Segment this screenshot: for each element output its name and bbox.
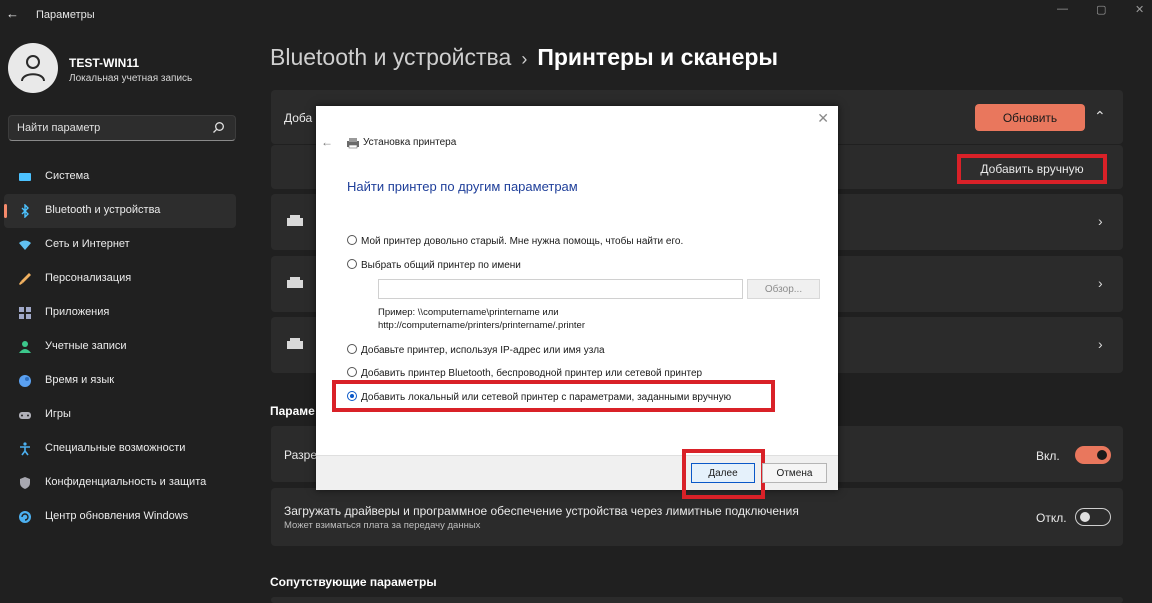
wifi-icon	[19, 240, 31, 250]
section-title-params: Параме	[270, 404, 315, 418]
sidebar-item-label: Учетные записи	[45, 340, 127, 352]
breadcrumb-separator: ›	[521, 49, 528, 69]
section-title-related: Сопутствующие параметры	[270, 575, 437, 589]
sidebar-item-label: Сеть и Интернет	[45, 238, 130, 250]
add-device-label: Доба	[284, 111, 313, 125]
breadcrumb: Bluetooth и устройства › Принтеры и сканер…	[270, 44, 778, 71]
sidebar-item-personalization[interactable]: Персонализация	[4, 262, 236, 296]
back-arrow-icon[interactable]: ←	[321, 135, 333, 149]
add-printer-dialog: ✕ ← Установка принтера Найти принтер по …	[316, 106, 838, 499]
setting-label: Разре	[284, 448, 317, 462]
search-input[interactable]: Найти параметр	[8, 115, 236, 141]
accessibility-icon	[20, 442, 30, 456]
close-icon[interactable]: ✕	[1135, 3, 1144, 16]
option-label: Мой принтер довольно старый. Мне нужна п…	[361, 236, 684, 247]
account-type: Локальная учетная запись	[69, 73, 193, 84]
option-label: Добавить принтер Bluetooth, беспроводной…	[361, 368, 703, 379]
sidebar-item-privacy[interactable]: Конфиденциальность и защита	[4, 466, 236, 500]
sidebar-item-system[interactable]: Система	[4, 160, 236, 194]
shield-icon	[20, 477, 30, 489]
related-settings-card	[271, 597, 1123, 603]
default-printer-toggle[interactable]	[1075, 446, 1111, 464]
radio-button[interactable]	[347, 344, 357, 354]
option-bluetooth-wireless[interactable]: Добавить принтер Bluetooth, беспроводной…	[347, 367, 702, 379]
gamepad-icon	[19, 412, 31, 419]
title-bar: ← Параметры — ▢ ✕	[0, 0, 1152, 32]
sidebar-item-accessibility[interactable]: Специальные возможности	[4, 432, 236, 466]
sidebar-item-label: Время и язык	[45, 374, 115, 386]
sidebar-item-label: Центр обновления Windows	[45, 510, 189, 522]
sidebar-item-label: Персонализация	[45, 272, 132, 284]
sidebar-item-gaming[interactable]: Игры	[4, 398, 236, 432]
sidebar-nav: Система Bluetooth и устройства Сеть и Ин…	[4, 160, 236, 534]
option-shared-printer-by-name[interactable]: Выбрать общий принтер по имени	[347, 259, 521, 271]
close-icon[interactable]: ✕	[817, 110, 829, 127]
radio-button[interactable]	[347, 367, 357, 377]
setting-title: Загружать драйверы и программное обеспеч…	[284, 504, 799, 518]
radio-button[interactable]	[347, 259, 357, 269]
refresh-button[interactable]: Обновить	[975, 104, 1085, 131]
apps-icon	[19, 307, 31, 319]
avatar	[8, 43, 58, 93]
sidebar-item-accounts[interactable]: Учетные записи	[4, 330, 236, 364]
sidebar-item-label: Конфиденциальность и защита	[45, 476, 207, 488]
system-icon	[19, 173, 31, 181]
back-arrow-icon[interactable]: ←	[6, 6, 19, 21]
sidebar-item-label: Система	[45, 170, 90, 182]
window-title: Параметры	[36, 9, 95, 21]
sidebar-item-label: Специальные возможности	[45, 442, 186, 454]
chevron-up-icon[interactable]: ⌃	[1094, 108, 1106, 125]
next-button[interactable]: Далее	[691, 463, 755, 483]
browse-button[interactable]: Обзор...	[747, 279, 820, 299]
minimize-icon[interactable]: —	[1057, 3, 1068, 15]
sidebar-item-windows-update[interactable]: Центр обновления Windows	[4, 500, 236, 534]
example-line: http://computername/printers/printername…	[378, 320, 585, 331]
setting-subtitle: Может взиматься плата за передачу данных	[284, 520, 481, 531]
printer-icon	[287, 338, 303, 349]
option-label: Выбрать общий принтер по имени	[361, 260, 521, 271]
example-text: Пример: \\computername\printername или h…	[378, 306, 585, 332]
highlight-frame	[332, 380, 775, 412]
active-indicator	[4, 204, 7, 218]
dialog-heading: Найти принтер по другим параметрам	[347, 179, 578, 194]
example-line: Пример: \\computername\printername или	[378, 307, 559, 318]
radio-button[interactable]	[347, 235, 357, 245]
person-icon	[21, 55, 45, 82]
printer-icon	[347, 138, 359, 149]
option-ip-address[interactable]: Добавьте принтер, используя IP-адрес или…	[347, 344, 605, 356]
sidebar-item-apps[interactable]: Приложения	[4, 296, 236, 330]
toggle-state-on: Вкл.	[1036, 449, 1060, 463]
sidebar-item-label: Приложения	[45, 306, 110, 318]
option-old-printer[interactable]: Мой принтер довольно старый. Мне нужна п…	[347, 235, 683, 247]
breadcrumb-parent[interactable]: Bluetooth и устройства	[270, 44, 511, 70]
search-icon	[213, 122, 224, 133]
chevron-right-icon: ›	[1098, 336, 1103, 352]
metered-download-toggle[interactable]	[1075, 508, 1111, 526]
globe-icon	[19, 375, 31, 387]
page-title: Принтеры и сканеры	[537, 44, 779, 70]
printer-icon	[287, 277, 303, 288]
sidebar-item-network[interactable]: Сеть и Интернет	[4, 228, 236, 262]
user-name: TEST-WIN11	[69, 56, 140, 70]
option-label: Добавьте принтер, используя IP-адрес или…	[361, 345, 605, 356]
search-placeholder: Найти параметр	[17, 122, 101, 134]
maximize-icon[interactable]: ▢	[1096, 3, 1106, 16]
cancel-button[interactable]: Отмена	[762, 463, 827, 483]
add-manually-button[interactable]: Добавить вручную	[957, 154, 1107, 184]
printer-icon	[287, 215, 303, 226]
sidebar-item-label: Bluetooth и устройства	[45, 204, 161, 216]
update-icon	[19, 511, 31, 523]
user-profile[interactable]: TEST-WIN11 Локальная учетная запись	[8, 43, 248, 95]
chevron-right-icon: ›	[1098, 275, 1103, 291]
brush-icon	[19, 273, 31, 285]
chevron-right-icon: ›	[1098, 213, 1103, 229]
person-icon	[19, 341, 31, 353]
bluetooth-icon	[21, 204, 29, 218]
sidebar-item-bluetooth[interactable]: Bluetooth и устройства	[4, 194, 236, 228]
toggle-state-off: Откл.	[1036, 511, 1067, 525]
dialog-title: Установка принтера	[363, 137, 457, 148]
printer-name-input[interactable]	[378, 279, 743, 299]
sidebar-item-label: Игры	[45, 408, 71, 420]
sidebar-item-time-language[interactable]: Время и язык	[4, 364, 236, 398]
